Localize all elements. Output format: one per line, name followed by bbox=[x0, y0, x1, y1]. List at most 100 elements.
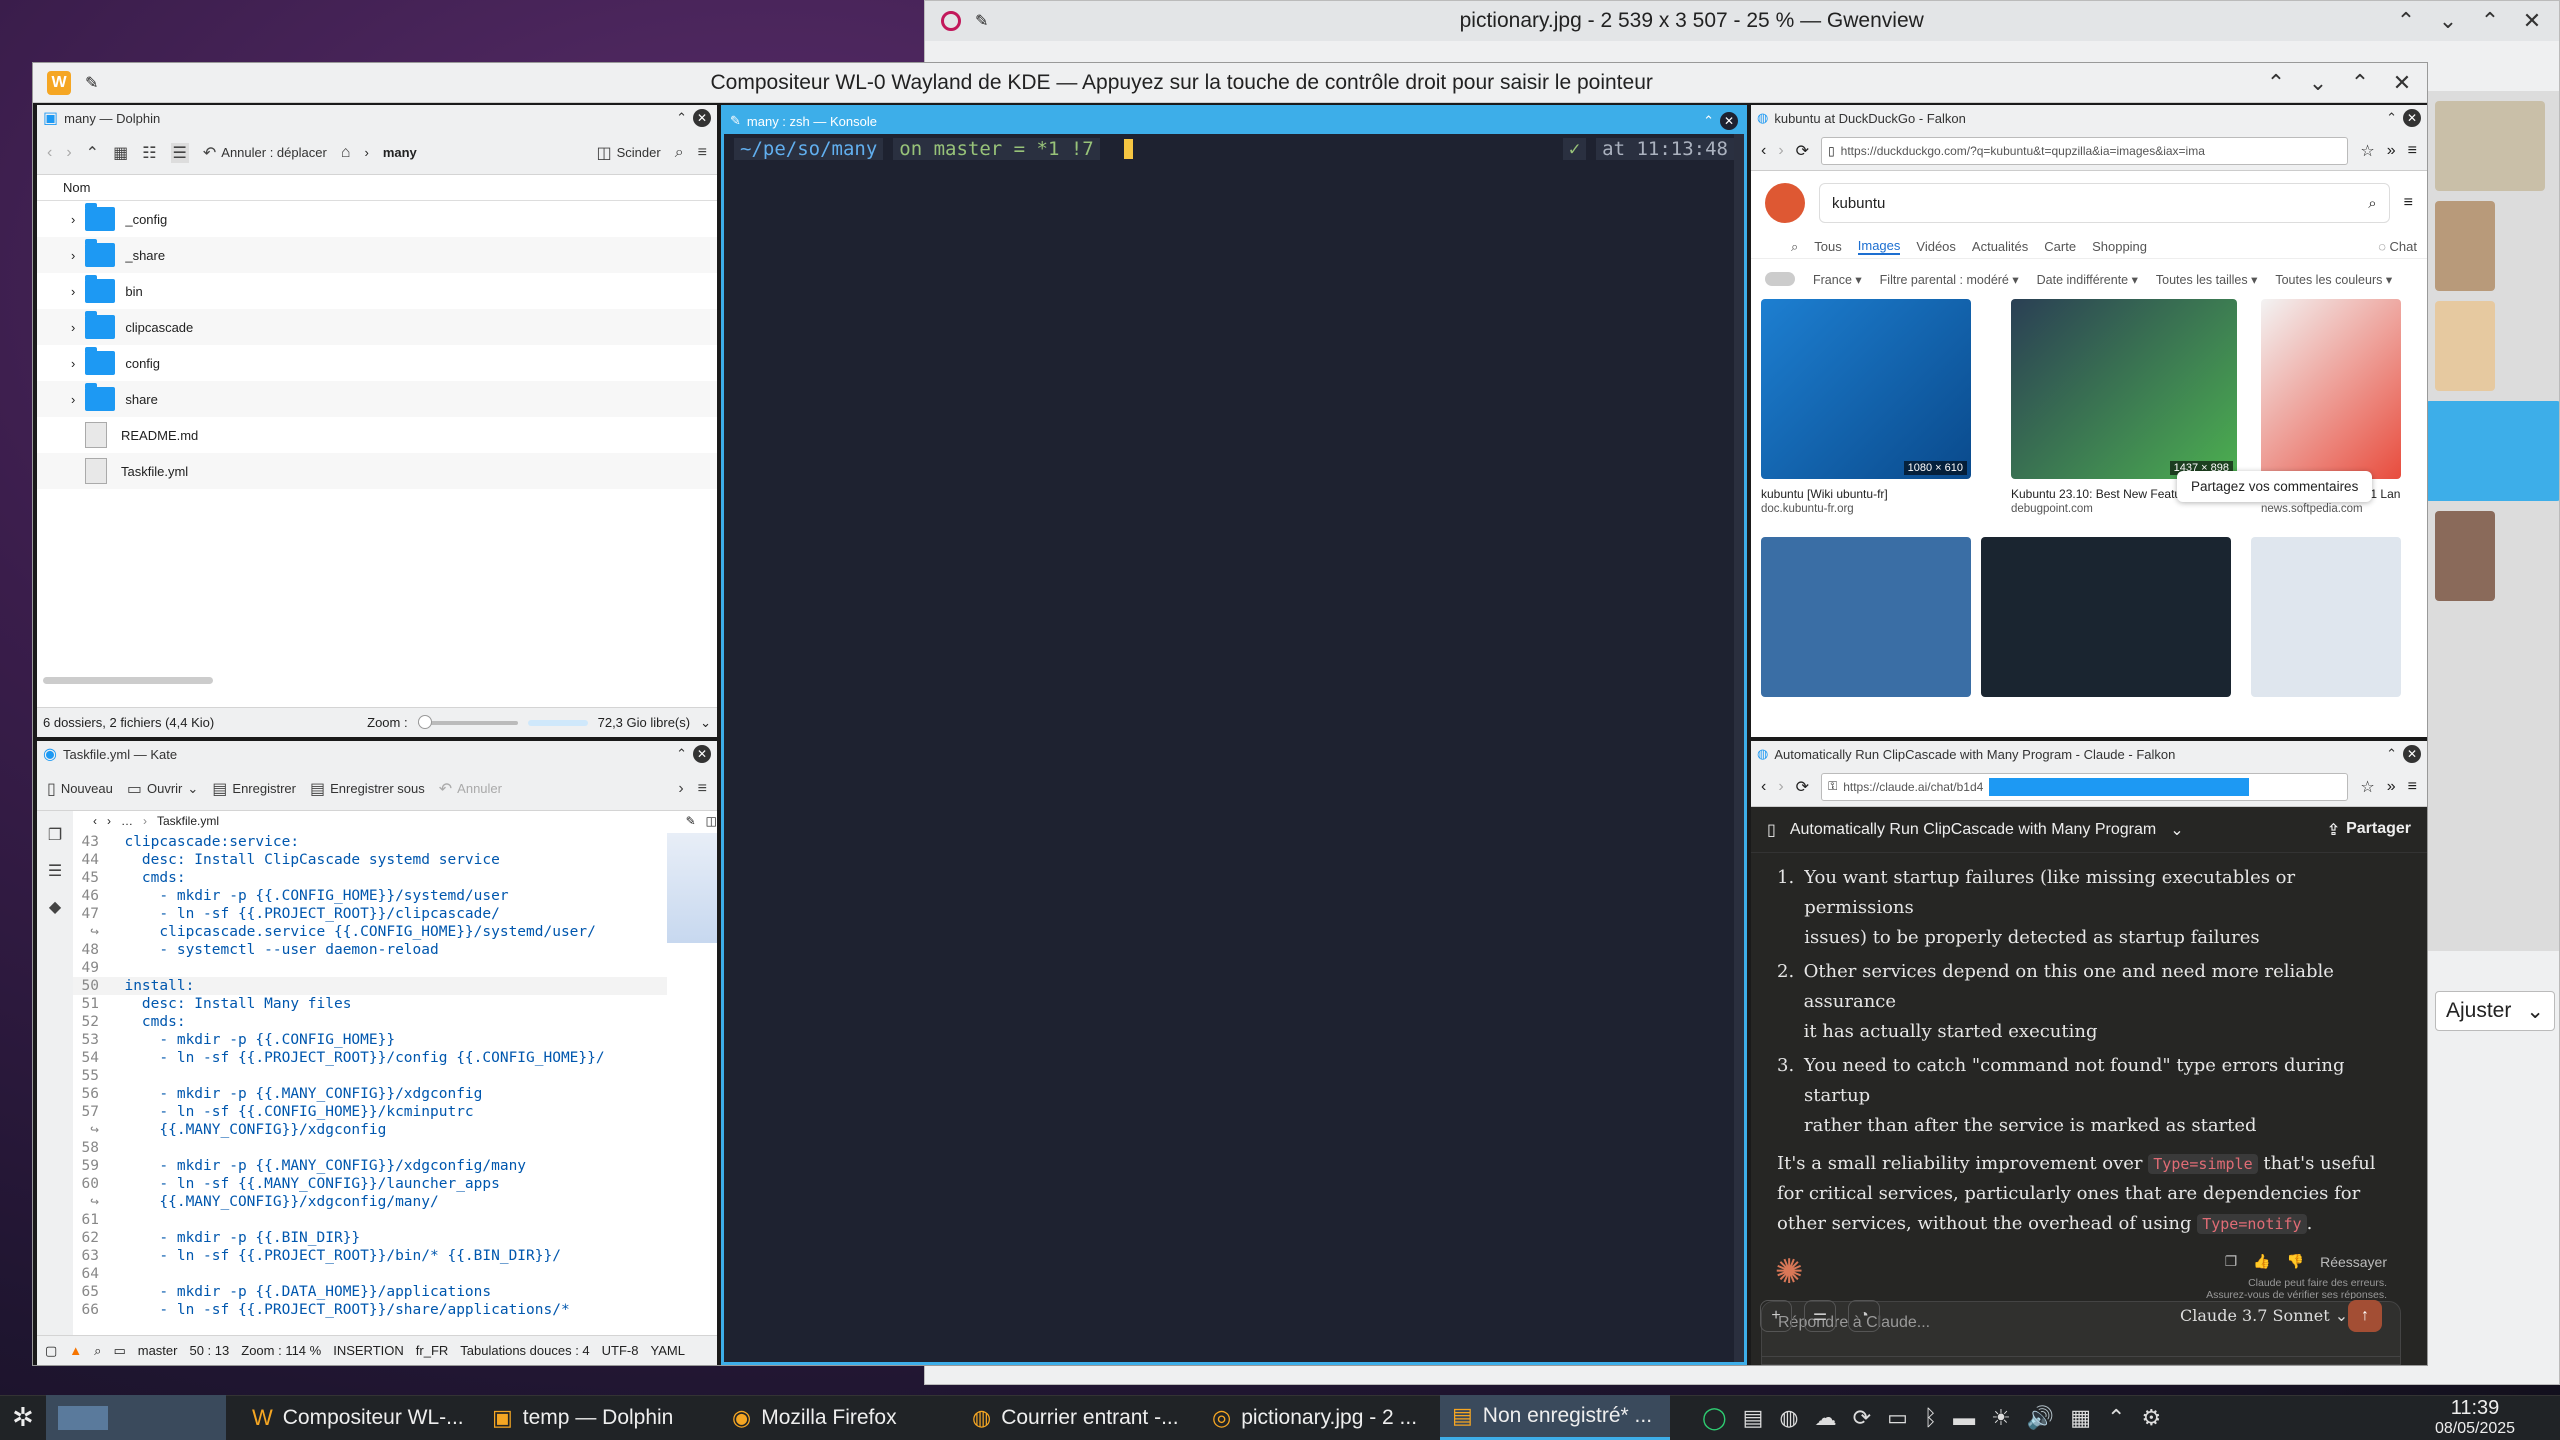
search-tabs[interactable]: ⌕ Tous Images Vidéos Actualités Carte Shopping… bbox=[1751, 235, 2427, 259]
thumbs-down-icon[interactable]: 👎 bbox=[2287, 1253, 2304, 1270]
minimap[interactable] bbox=[667, 833, 717, 943]
sidebar-icon[interactable]: ▯ bbox=[1767, 820, 1776, 840]
breadcrumb[interactable]: many bbox=[383, 145, 417, 160]
pin-icon[interactable]: ✎ bbox=[975, 11, 988, 31]
expand-arrow-icon[interactable]: › bbox=[71, 392, 75, 407]
pager[interactable] bbox=[46, 1395, 226, 1440]
tab-taskfile[interactable]: Taskfile.yml bbox=[157, 814, 219, 828]
clock-icon[interactable]: ◔ bbox=[1848, 1300, 1880, 1332]
compact-view-icon[interactable]: ☷ bbox=[142, 143, 156, 163]
tab-5[interactable]: Shopping bbox=[2092, 239, 2147, 254]
image-results[interactable]: 1080 × 610 kubuntu [Wiki ubuntu-fr] doc.ku… bbox=[1751, 299, 2427, 719]
keep-above-icon[interactable]: ⌃ bbox=[2386, 110, 2397, 126]
taskbar-item[interactable]: ◎ pictionary.jpg - 2 ... bbox=[1200, 1395, 1430, 1440]
overflow-icon[interactable]: » bbox=[2387, 142, 2396, 160]
taskbar-item[interactable]: ▤ Non enregistré* ... bbox=[1440, 1395, 1670, 1440]
documents-icon[interactable]: ❐ bbox=[48, 825, 62, 845]
list-item[interactable]: › share bbox=[37, 381, 717, 417]
minimize-icon[interactable]: ⌄ bbox=[2307, 70, 2329, 96]
chat-title[interactable]: Automatically Run ClipCascade with Many … bbox=[1790, 821, 2156, 839]
terminal-icon[interactable]: ▭ bbox=[113, 1343, 125, 1359]
list-item[interactable]: Taskfile.yml bbox=[37, 453, 717, 489]
reload-icon[interactable]: ⟳ bbox=[1796, 777, 1809, 797]
keep-above-icon[interactable]: ⌃ bbox=[676, 110, 687, 126]
split-button[interactable]: ◫ Scinder bbox=[596, 143, 660, 163]
brightness-icon[interactable]: ☀ bbox=[1991, 1405, 2011, 1431]
menu-icon[interactable]: ≡ bbox=[698, 780, 707, 798]
model-selector[interactable]: Claude 3.7 Sonnet ⌄ bbox=[2180, 1306, 2348, 1325]
keep-above-icon[interactable]: ⌃ bbox=[1703, 113, 1714, 129]
thumbnail[interactable] bbox=[2435, 511, 2495, 601]
close-icon[interactable]: ✕ bbox=[693, 109, 711, 127]
clipboard-icon[interactable]: ▤ bbox=[1743, 1405, 1764, 1431]
overflow-icon[interactable]: › bbox=[678, 780, 683, 798]
open-button[interactable]: ▭ Ouvrir ⌄ bbox=[127, 779, 198, 799]
thumbnail[interactable] bbox=[2435, 301, 2495, 391]
menu-icon[interactable]: ≡ bbox=[2408, 778, 2417, 796]
filter-dropdown[interactable]: Toutes les couleurs ▾ bbox=[2275, 272, 2392, 287]
syntax-mode[interactable]: YAML bbox=[651, 1343, 685, 1358]
sync-icon[interactable]: ⟳ bbox=[1853, 1405, 1871, 1431]
code-editor[interactable]: 43 clipcascade:service: 44 desc: Install … bbox=[73, 833, 667, 1335]
back-icon[interactable]: ‹ bbox=[93, 814, 97, 828]
branch-label[interactable]: master bbox=[138, 1343, 178, 1358]
compositor-window[interactable]: W ✎ Compositeur WL-0 Wayland de KDE — Ap… bbox=[32, 62, 2428, 1366]
settings-icon[interactable]: ⚙ bbox=[2141, 1405, 2161, 1431]
bookmark-star-icon[interactable]: ☆ bbox=[2360, 141, 2374, 161]
zoom-level[interactable]: Zoom : 114 % bbox=[241, 1343, 321, 1358]
zoom-mode-select[interactable]: Ajuster ⌄ bbox=[2435, 991, 2555, 1031]
list-item[interactable]: README.md bbox=[37, 417, 717, 453]
image-result[interactable] bbox=[1761, 537, 1971, 697]
falkon-ddg-window[interactable]: ◍ kubuntu at DuckDuckGo - Falkon ⌃ ✕ ‹ › ⟳ ▯ h… bbox=[1751, 105, 2427, 737]
share-button[interactable]: ⇪ Partager bbox=[2327, 820, 2411, 840]
message-icon[interactable]: ▢ bbox=[45, 1343, 57, 1359]
keep-above-icon[interactable]: ⌃ bbox=[2395, 8, 2417, 34]
tab-0[interactable]: Tous bbox=[1814, 239, 1841, 254]
list-item[interactable]: › bin bbox=[37, 273, 717, 309]
thumbnail-selected[interactable] bbox=[2425, 401, 2559, 501]
plus-icon[interactable]: + bbox=[1760, 1300, 1792, 1332]
system-tray[interactable]: ◯ ▤ ◍ ☁ ⟳ ▭ ᛒ ▬ ☀ 🔊 ▦ ⌃ ⚙ bbox=[1690, 1395, 2390, 1440]
cursor-position[interactable]: 50 : 13 bbox=[189, 1343, 229, 1358]
expand-tray-icon[interactable]: ⌃ bbox=[2107, 1405, 2125, 1431]
thumbnail[interactable] bbox=[2435, 201, 2495, 291]
search-icon[interactable]: ⌕ bbox=[94, 1343, 101, 1359]
forward-icon[interactable]: › bbox=[66, 144, 71, 162]
result-title[interactable]: kubuntu [Wiki ubuntu-fr] bbox=[1761, 487, 2001, 501]
terminal-prompt[interactable]: ~/pe/so/many on master = *1 !7 ✓ at 11:1… bbox=[724, 134, 1744, 164]
horizontal-scrollbar[interactable] bbox=[43, 677, 213, 684]
image-result[interactable] bbox=[1981, 537, 2231, 697]
close-icon[interactable]: ✕ bbox=[2403, 109, 2421, 127]
menu-icon[interactable]: ≡ bbox=[2404, 194, 2413, 212]
encoding[interactable]: UTF-8 bbox=[602, 1343, 639, 1358]
undo-button[interactable]: ↶ Annuler : déplacer bbox=[203, 143, 327, 163]
filter-dropdown[interactable]: Toutes les tailles ▾ bbox=[2156, 272, 2257, 287]
expand-arrow-icon[interactable]: › bbox=[71, 284, 75, 299]
filter-dropdown[interactable]: France ▾ bbox=[1813, 272, 1862, 287]
volume-icon[interactable]: 🔊 bbox=[2027, 1405, 2054, 1431]
tab-4[interactable]: Carte bbox=[2044, 239, 2076, 254]
image-result[interactable] bbox=[2251, 537, 2401, 697]
forward-icon[interactable]: › bbox=[1778, 778, 1783, 796]
application-launcher[interactable]: ✲ bbox=[0, 1395, 40, 1440]
column-header[interactable]: Nom bbox=[37, 175, 717, 201]
keep-above-icon[interactable]: ⌃ bbox=[2386, 746, 2397, 762]
filter-dropdown[interactable]: Filtre parental : modéré ▾ bbox=[1880, 272, 2019, 287]
keep-above-icon[interactable]: ⌃ bbox=[2265, 70, 2287, 96]
close-icon[interactable]: ✕ bbox=[2521, 8, 2543, 34]
kate-window[interactable]: ◉ Taskfile.yml — Kate ⌃ ✕ ▯ Nouveau ▭ Ouvrir ⌄… bbox=[37, 741, 717, 1365]
list-item[interactable]: › clipcascade bbox=[37, 309, 717, 345]
menu-icon[interactable]: ≡ bbox=[698, 144, 707, 162]
close-icon[interactable]: ✕ bbox=[693, 745, 711, 763]
clock[interactable]: 11:39 08/05/2025 bbox=[2410, 1395, 2540, 1440]
file-list[interactable]: › _config › _share › bin › clipcascade › config › s… bbox=[37, 201, 717, 489]
search-filters[interactable]: France ▾ Filtre parental : modéré ▾ Date i… bbox=[1751, 259, 2427, 299]
forward-icon[interactable]: › bbox=[107, 814, 111, 828]
image-result[interactable]: 1080 × 610 bbox=[1761, 299, 1971, 479]
reload-icon[interactable]: ⟳ bbox=[1796, 141, 1809, 161]
new-button[interactable]: ▯ Nouveau bbox=[47, 779, 113, 799]
spell-language[interactable]: fr_FR bbox=[416, 1343, 449, 1358]
url-bar[interactable]: ⚿ https://claude.ai/chat/b1d4 bbox=[1821, 772, 2349, 801]
git-icon[interactable]: ◆ bbox=[49, 897, 61, 917]
bluetooth-icon[interactable]: ᛒ bbox=[1924, 1405, 1937, 1431]
